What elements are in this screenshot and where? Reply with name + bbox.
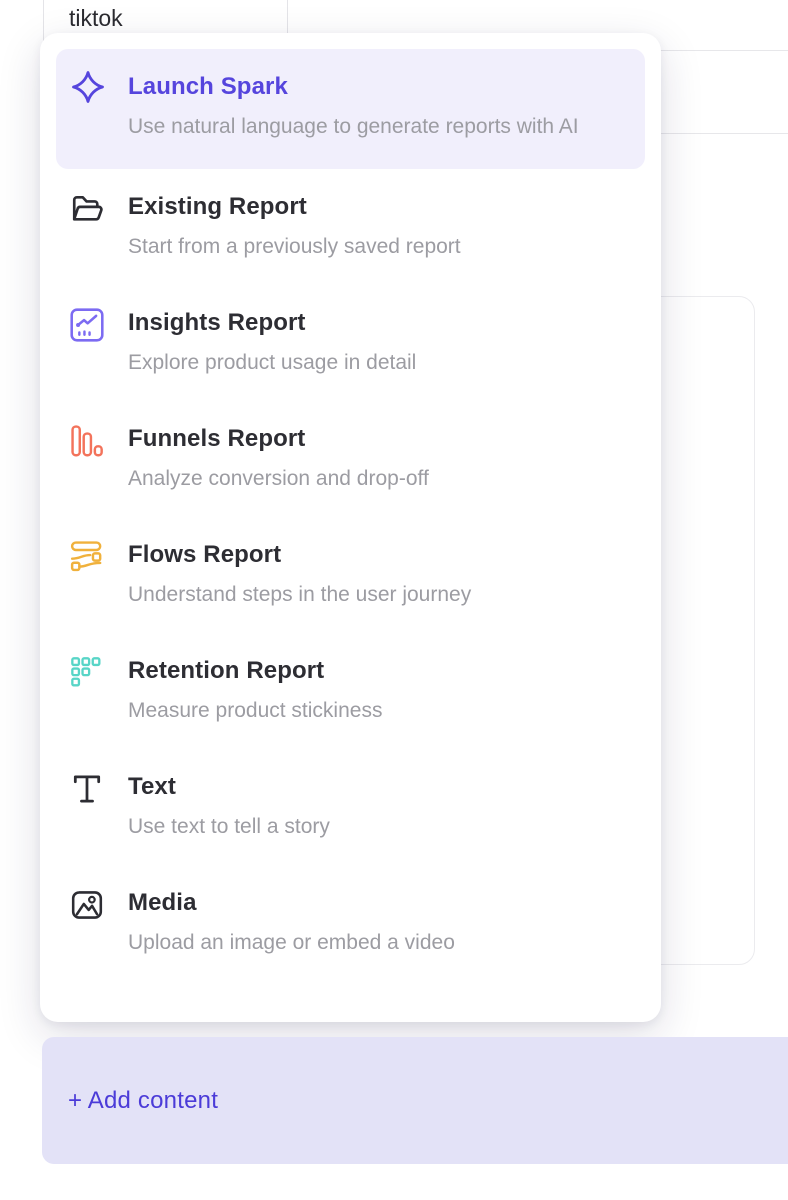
text-icon bbox=[70, 772, 106, 806]
background-table-row-border bbox=[648, 133, 788, 134]
flows-icon bbox=[70, 540, 106, 574]
folder-open-icon bbox=[70, 192, 106, 226]
add-content-button[interactable]: + Add content bbox=[42, 1037, 788, 1164]
menu-item-description: Analyze conversion and drop-off bbox=[128, 465, 629, 493]
retention-grid-icon bbox=[70, 656, 106, 690]
menu-item-description: Use text to tell a story bbox=[128, 813, 629, 841]
menu-item-funnels-report[interactable]: Funnels Report Analyze conversion and dr… bbox=[56, 401, 645, 517]
background-table-cell: tiktok bbox=[69, 5, 123, 32]
menu-item-title: Funnels Report bbox=[128, 424, 629, 454]
menu-item-title: Text bbox=[128, 772, 629, 802]
menu-item-description: Use natural language to generate reports… bbox=[128, 113, 608, 141]
menu-item-flows-report[interactable]: Flows Report Understand steps in the use… bbox=[56, 517, 645, 633]
menu-item-title: Flows Report bbox=[128, 540, 629, 570]
media-image-icon bbox=[70, 888, 106, 922]
funnel-bars-icon bbox=[70, 424, 106, 458]
add-content-menu: Launch Spark Use natural language to gen… bbox=[40, 33, 661, 1022]
menu-item-title: Retention Report bbox=[128, 656, 629, 686]
background-table-row-border bbox=[648, 50, 788, 51]
menu-item-text[interactable]: Text Use text to tell a story bbox=[56, 749, 645, 865]
spark-icon bbox=[70, 72, 106, 105]
menu-item-launch-spark[interactable]: Launch Spark Use natural language to gen… bbox=[56, 49, 645, 169]
menu-item-title: Launch Spark bbox=[128, 72, 629, 102]
menu-item-insights-report[interactable]: Insights Report Explore product usage in… bbox=[56, 285, 645, 401]
menu-item-description: Upload an image or embed a video bbox=[128, 929, 629, 957]
menu-item-retention-report[interactable]: Retention Report Measure product stickin… bbox=[56, 633, 645, 749]
menu-item-title: Insights Report bbox=[128, 308, 629, 338]
menu-item-media[interactable]: Media Upload an image or embed a video bbox=[56, 865, 645, 981]
menu-item-description: Measure product stickiness bbox=[128, 697, 629, 725]
insights-chart-icon bbox=[70, 308, 106, 342]
menu-item-description: Explore product usage in detail bbox=[128, 349, 629, 377]
menu-item-title: Media bbox=[128, 888, 629, 918]
menu-item-description: Start from a previously saved report bbox=[128, 233, 629, 261]
background-table-column-border bbox=[43, 0, 44, 44]
add-content-label: + Add content bbox=[68, 1087, 218, 1115]
menu-item-description: Understand steps in the user journey bbox=[128, 581, 629, 609]
menu-item-title: Existing Report bbox=[128, 192, 629, 222]
menu-item-existing-report[interactable]: Existing Report Start from a previously … bbox=[56, 169, 645, 285]
